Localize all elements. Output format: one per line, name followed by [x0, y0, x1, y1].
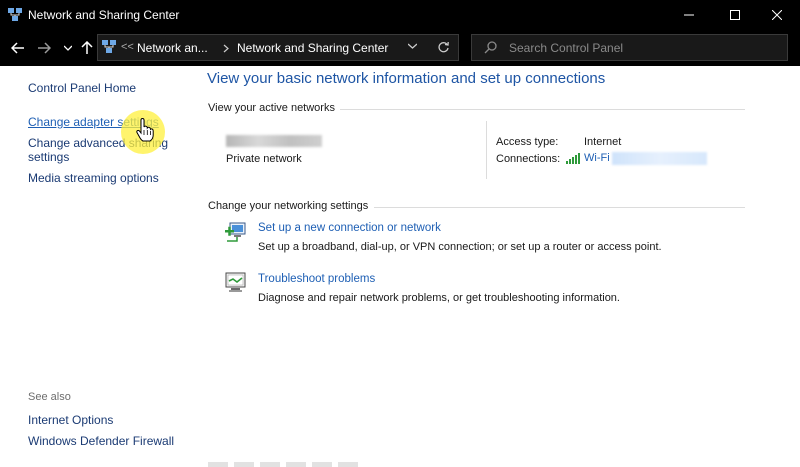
title-bar: Network and Sharing Center: [0, 0, 800, 30]
sidebar-item-control-panel-home[interactable]: Control Panel Home: [28, 81, 136, 95]
network-name-redacted: [226, 135, 322, 147]
up-button[interactable]: [77, 38, 97, 58]
change-settings-heading: Change your networking settings: [208, 200, 369, 212]
minimize-button[interactable]: [666, 0, 712, 30]
close-icon: [772, 10, 782, 20]
search-box[interactable]: Search Control Panel: [471, 34, 788, 61]
setup-new-connection-desc: Set up a broadband, dial-up, or VPN conn…: [258, 241, 662, 253]
arrow-up-icon: [81, 41, 93, 54]
address-toolbar: << Network an... Network and Sharing Cen…: [0, 30, 800, 66]
hand-cursor-icon: [136, 118, 154, 142]
breadcrumb-current[interactable]: Network and Sharing Center: [223, 41, 388, 55]
new-connection-icon: [225, 222, 246, 242]
back-button[interactable]: [8, 38, 28, 58]
troubleshoot-desc: Diagnose and repair network problems, or…: [258, 292, 620, 304]
control-panel-icon: [102, 40, 116, 53]
breadcrumb-parent[interactable]: Network an...: [137, 41, 208, 55]
network-icon: [8, 8, 22, 21]
forward-button[interactable]: [34, 38, 54, 58]
search-placeholder: Search Control Panel: [509, 41, 624, 55]
minimize-icon: [684, 14, 694, 16]
partial-row: [208, 462, 358, 467]
arrow-right-icon: [38, 42, 51, 54]
wifi-connection-link[interactable]: Wi-Fi: [584, 152, 610, 164]
wifi-signal-icon: [566, 153, 580, 164]
search-icon: [484, 41, 497, 54]
arrow-left-icon: [11, 42, 24, 54]
chevron-right-icon: [223, 44, 229, 53]
see-also-heading: See also: [28, 391, 71, 403]
breadcrumb-current-label: Network and Sharing Center: [237, 41, 389, 55]
section-divider: [374, 207, 745, 208]
close-button[interactable]: [754, 0, 800, 30]
connections-label: Connections:: [496, 153, 561, 165]
window-title: Network and Sharing Center: [28, 8, 180, 22]
section-divider: [340, 109, 745, 110]
recent-locations-button[interactable]: [58, 38, 78, 58]
access-type-label: Access type:: [496, 136, 559, 148]
troubleshoot-link[interactable]: Troubleshoot problems: [258, 273, 375, 285]
troubleshoot-icon: [225, 272, 246, 292]
overflow-chevron[interactable]: <<: [121, 41, 134, 53]
address-bar[interactable]: << Network an... Network and Sharing Cen…: [97, 34, 459, 61]
sidebar-item-media-streaming[interactable]: Media streaming options: [28, 171, 159, 185]
chevron-down-icon: [64, 45, 72, 51]
ssid-redacted: [612, 152, 707, 165]
see-also-windows-defender-firewall[interactable]: Windows Defender Firewall: [28, 434, 174, 448]
vertical-divider: [486, 121, 487, 179]
see-also-internet-options[interactable]: Internet Options: [28, 413, 113, 427]
access-type-value: Internet: [584, 136, 622, 148]
chevron-down-icon[interactable]: [408, 43, 417, 49]
maximize-button[interactable]: [712, 0, 758, 30]
setup-new-connection-link[interactable]: Set up a new connection or network: [258, 222, 441, 234]
page-title: View your basic network information and …: [207, 70, 606, 87]
refresh-icon[interactable]: [437, 41, 450, 54]
active-networks-heading: View your active networks: [208, 102, 335, 114]
maximize-icon: [730, 10, 740, 20]
network-category: Private network: [226, 153, 302, 165]
